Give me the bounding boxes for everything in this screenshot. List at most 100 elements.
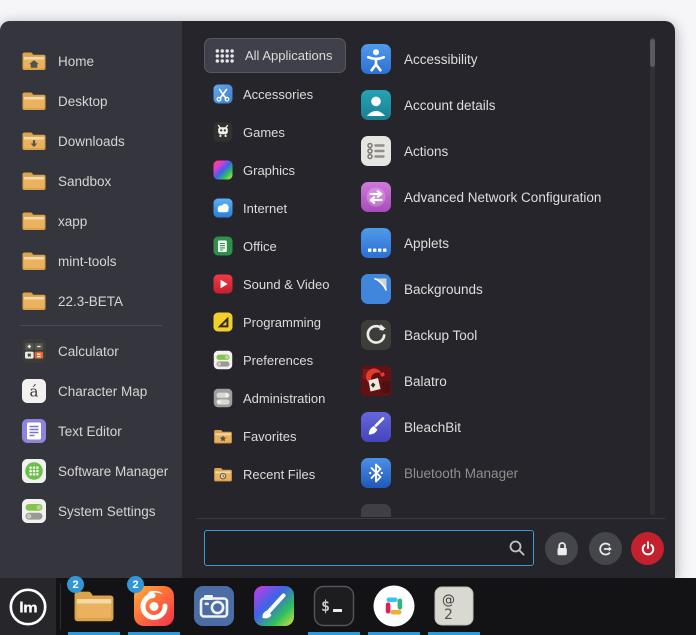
category-graphics[interactable]: Graphics <box>204 151 346 189</box>
sidebar-app-software-manager[interactable]: Software Manager <box>0 451 182 491</box>
svg-text:2: 2 <box>444 607 453 623</box>
category-sound-video[interactable]: Sound & Video <box>204 265 346 303</box>
category-recent-files[interactable]: Recent Files <box>204 455 346 493</box>
app-label: Advanced Network Configuration <box>404 190 601 205</box>
search-input[interactable] <box>204 530 534 566</box>
folder-icon <box>21 208 47 234</box>
sidebar-app-system-settings[interactable]: System Settings <box>0 491 182 531</box>
clipped-app-icon <box>360 503 392 517</box>
sidebar-place-downloads[interactable]: Downloads <box>0 121 182 161</box>
category-preferences[interactable]: Preferences <box>204 341 346 379</box>
active-window-indicator <box>308 632 360 635</box>
app-grid-icon <box>215 46 235 66</box>
logout-icon <box>595 538 617 560</box>
mint-menu-panel: HomeDesktopDownloadsSandboxxapp mint-tool… <box>0 21 675 578</box>
sidebar-app-text-editor[interactable]: Text Editor <box>0 411 182 451</box>
accessories-icon <box>213 84 233 104</box>
active-window-indicator <box>368 632 420 635</box>
sidebar-app-label: Software Manager <box>58 464 168 479</box>
sidebar-place-sandbox[interactable]: Sandbox <box>0 161 182 201</box>
category-label: Sound & Video <box>243 277 330 292</box>
app-item-backup-tool[interactable]: Backup Tool <box>348 312 644 358</box>
category-all-applications[interactable]: All Applications <box>204 38 346 73</box>
app-item-item[interactable] <box>348 496 644 517</box>
sidebar-app-label: Text Editor <box>58 424 122 439</box>
calculator-icon <box>21 338 47 364</box>
taskbar-item-screenshot[interactable] <box>188 578 240 635</box>
svg-text:lm: lm <box>19 600 37 616</box>
app-label: Account details <box>404 98 496 113</box>
sidebar-place-label: 22.3-BETA <box>58 294 123 309</box>
app-list-scrollbar[interactable] <box>650 37 655 515</box>
taskbar-item-drawing[interactable] <box>248 578 300 635</box>
app-item-account-details[interactable]: Account details <box>348 82 644 128</box>
screenshot-icon <box>192 584 236 628</box>
backup-tool-icon <box>360 319 392 351</box>
category-label: Accessories <box>243 87 313 102</box>
balatro-icon <box>360 365 392 397</box>
sound-video-icon <box>213 274 233 294</box>
at-window-icon: @2 <box>432 584 476 628</box>
favorites-folder-icon <box>213 426 233 446</box>
menu-button[interactable]: lm <box>0 578 56 635</box>
sidebar-place-desktop[interactable]: Desktop <box>0 81 182 121</box>
category-games[interactable]: Games <box>204 113 346 151</box>
administration-icon <box>213 388 233 408</box>
category-label: Administration <box>243 391 325 406</box>
taskbar-item-terminal[interactable]: $ <box>308 578 360 635</box>
accessibility-icon <box>360 43 392 75</box>
network-config-icon <box>360 181 392 213</box>
category-administration[interactable]: Administration <box>204 379 346 417</box>
app-item-accessibility[interactable]: Accessibility <box>348 36 644 82</box>
app-item-advanced-network-configuration[interactable]: Advanced Network Configuration <box>348 174 644 220</box>
scrollbar-thumb[interactable] <box>650 39 655 67</box>
app-item-balatro[interactable]: Balatro <box>348 358 644 404</box>
preferences-icon <box>213 350 233 370</box>
app-label: Backgrounds <box>404 282 483 297</box>
sidebar-apps-list: Calculator áCharacter Map Text Editor Softw… <box>0 331 182 531</box>
app-label: Applets <box>404 236 449 251</box>
logout-button[interactable] <box>589 532 622 565</box>
sidebar-place-xapp[interactable]: xapp <box>0 201 182 241</box>
sidebar-app-character-map[interactable]: áCharacter Map <box>0 371 182 411</box>
app-label: Actions <box>404 144 448 159</box>
drawing-icon <box>252 584 296 628</box>
category-label: Games <box>243 125 285 140</box>
sidebar-place-mint-tools[interactable]: mint-tools <box>0 241 182 281</box>
sidebar-place-home[interactable]: Home <box>0 41 182 81</box>
window-count-badge: 2 <box>67 576 84 593</box>
app-item-bleachbit[interactable]: BleachBit <box>348 404 644 450</box>
home-folder-icon <box>21 48 47 74</box>
taskbar-item-at-window[interactable]: @2 <box>428 578 480 635</box>
backgrounds-icon <box>360 273 392 305</box>
category-internet[interactable]: Internet <box>204 189 346 227</box>
actions-icon <box>360 135 392 167</box>
taskbar-item-slack[interactable] <box>368 578 420 635</box>
lock-button[interactable] <box>545 532 578 565</box>
taskbar-item-files[interactable]: 2 <box>68 578 120 635</box>
app-item-bluetooth-manager[interactable]: Bluetooth Manager <box>348 450 644 496</box>
terminal-icon: $ <box>312 584 356 628</box>
category-favorites[interactable]: Favorites <box>204 417 346 455</box>
sidebar-app-label: Character Map <box>58 384 147 399</box>
sidebar-app-calculator[interactable]: Calculator <box>0 331 182 371</box>
application-list: Accessibility Account details Actions Advan… <box>348 36 644 517</box>
taskbar-item-firefox[interactable]: 2 <box>128 578 180 635</box>
sidebar-app-label: Calculator <box>58 344 119 359</box>
app-item-backgrounds[interactable]: Backgrounds <box>348 266 644 312</box>
sidebar-place-label: mint-tools <box>58 254 117 269</box>
category-accessories[interactable]: Accessories <box>204 75 346 113</box>
app-item-applets[interactable]: Applets <box>348 220 644 266</box>
sidebar-place-22-3-beta[interactable]: 22.3-BETA <box>0 281 182 321</box>
category-office[interactable]: Office <box>204 227 346 265</box>
app-item-actions[interactable]: Actions <box>348 128 644 174</box>
category-programming[interactable]: Programming <box>204 303 346 341</box>
graphics-icon <box>213 160 233 180</box>
mint-logo-icon: lm <box>7 586 49 628</box>
category-label: All Applications <box>245 48 332 63</box>
software-manager-icon <box>21 458 47 484</box>
programming-icon <box>213 312 233 332</box>
power-button[interactable] <box>631 532 664 565</box>
sidebar-app-label: System Settings <box>58 504 156 519</box>
search-row-separator <box>196 518 665 519</box>
